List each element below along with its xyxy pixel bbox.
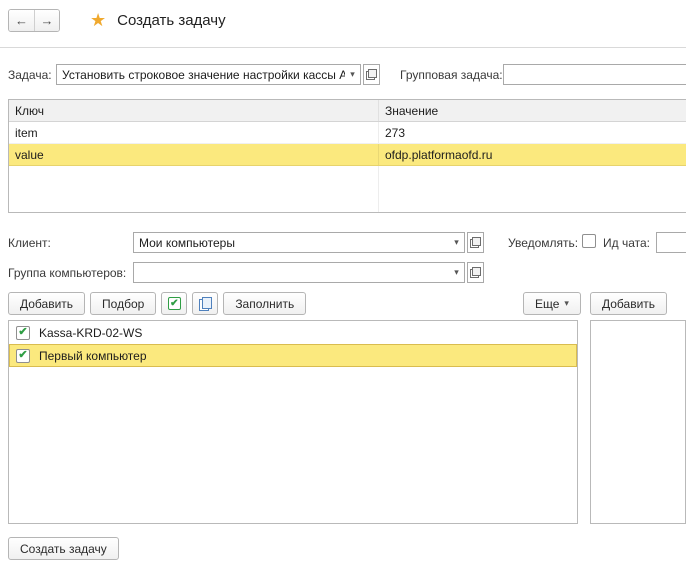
chat-id-field[interactable] <box>656 232 686 253</box>
open-form-icon <box>366 69 377 80</box>
more-dropdown-arrow-icon: ▾ <box>564 298 569 309</box>
notify-label: Уведомлять: <box>508 236 578 250</box>
params-table: Ключ Значение item273valueofdp.platforma… <box>8 99 686 213</box>
key-cell[interactable]: value <box>9 144 379 165</box>
task-value: Установить строковое значение настройки … <box>57 68 345 82</box>
back-button[interactable]: ← <box>9 10 34 31</box>
add-button[interactable]: Добавить <box>8 292 85 315</box>
list-item[interactable]: ✔ Kassa-KRD-02-WS <box>9 321 577 344</box>
more-button[interactable]: Еще ▾ <box>523 292 581 315</box>
task-label: Задача: <box>8 68 52 82</box>
list-toolbar: Добавить Подбор ✔ Заполнить <box>8 292 306 315</box>
computer-checkbox[interactable]: ✔ <box>16 326 30 340</box>
copy-icon <box>199 297 212 311</box>
table-row[interactable]: item273 <box>9 122 686 144</box>
task-dropdown-arrow-icon[interactable]: ▾ <box>345 65 360 84</box>
open-form-icon <box>470 267 481 278</box>
client-open-button[interactable] <box>467 232 484 253</box>
nav-group: ← → <box>8 9 60 32</box>
forward-button[interactable]: → <box>34 10 59 31</box>
value-cell[interactable]: ofdp.platformaofd.ru <box>379 144 686 165</box>
computer-name: Первый компьютер <box>39 349 147 363</box>
client-value: Мои компьютеры <box>134 236 449 250</box>
computers-group-label: Группа компьютеров: <box>8 266 126 280</box>
top-bar: ← → ★ Создать задачу <box>8 7 686 33</box>
check-all-button[interactable]: ✔ <box>161 292 187 315</box>
computer-checkbox[interactable]: ✔ <box>16 349 30 363</box>
checked-checkbox-icon: ✔ <box>168 297 181 310</box>
client-label: Клиент: <box>8 236 51 250</box>
computers-list[interactable]: ✔ Kassa-KRD-02-WS ✔ Первый компьютер <box>8 320 578 524</box>
params-table-body: item273valueofdp.platformaofd.ru <box>9 122 686 166</box>
back-arrow-icon: ← <box>15 13 28 28</box>
group-task-label: Групповая задача: <box>400 68 503 82</box>
copy-button[interactable] <box>192 292 218 315</box>
task-combo[interactable]: Установить строковое значение настройки … <box>56 64 361 85</box>
open-form-icon <box>470 237 481 248</box>
notify-checkbox[interactable] <box>582 234 596 248</box>
create-task-button[interactable]: Создать задачу <box>8 537 119 560</box>
column-header-key[interactable]: Ключ <box>9 100 379 121</box>
forward-arrow-icon: → <box>41 13 54 28</box>
client-combo[interactable]: Мои компьютеры ▾ <box>133 232 465 253</box>
create-task-window: ← → ★ Создать задачу Задача: Установить … <box>0 0 686 564</box>
right-list[interactable] <box>590 320 686 524</box>
task-open-button[interactable] <box>363 64 380 85</box>
chat-id-label: Ид чата: <box>603 236 650 250</box>
more-button-label: Еще <box>535 297 559 311</box>
computers-group-open-button[interactable] <box>467 262 484 283</box>
fill-button[interactable]: Заполнить <box>223 292 306 315</box>
column-header-value[interactable]: Значение <box>379 100 686 121</box>
computers-group-dropdown-arrow-icon[interactable]: ▾ <box>449 263 464 282</box>
computer-name: Kassa-KRD-02-WS <box>39 326 142 340</box>
pick-button[interactable]: Подбор <box>90 292 156 315</box>
key-cell[interactable]: item <box>9 122 379 143</box>
params-table-header: Ключ Значение <box>9 100 686 122</box>
value-cell[interactable]: 273 <box>379 122 686 143</box>
page-title: Создать задачу <box>117 12 225 29</box>
title-separator <box>0 47 686 48</box>
params-table-empty-area[interactable] <box>9 166 686 212</box>
client-dropdown-arrow-icon[interactable]: ▾ <box>449 233 464 252</box>
add-right-button[interactable]: Добавить <box>590 292 667 315</box>
group-task-field[interactable] <box>503 64 686 85</box>
computers-group-combo[interactable]: ▾ <box>133 262 465 283</box>
table-row[interactable]: valueofdp.platformaofd.ru <box>9 144 686 166</box>
list-item[interactable]: ✔ Первый компьютер <box>9 344 577 367</box>
favorite-star-icon[interactable]: ★ <box>90 10 106 31</box>
